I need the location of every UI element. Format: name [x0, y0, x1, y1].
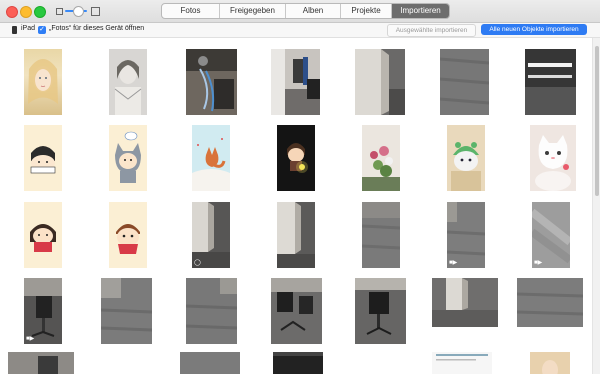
cartoon-girl-image: [24, 202, 62, 268]
flowers-image: [362, 125, 400, 191]
thumbnail[interactable]: [432, 278, 498, 327]
video-camera-icon: ■▶: [26, 336, 35, 342]
carpet-image: [180, 352, 240, 374]
chair-image: [355, 278, 406, 344]
thumbnail[interactable]: [277, 125, 315, 191]
tab-projekte[interactable]: Projekte: [341, 4, 392, 18]
office-wall-image: [432, 278, 498, 327]
office-cables-image: [186, 49, 237, 115]
thumbnail[interactable]: [24, 125, 62, 191]
thumbnail[interactable]: [277, 202, 315, 268]
cartoon-character-image: [24, 125, 62, 191]
thumbnail[interactable]: [530, 125, 576, 191]
thumbnail[interactable]: [362, 202, 400, 268]
video-icon: ◯: [194, 260, 201, 266]
office-wall-image: [192, 202, 230, 268]
screenshot-image: [273, 352, 323, 374]
office-chair-image: [24, 278, 62, 344]
office-image: [8, 352, 74, 374]
thumbnail[interactable]: [24, 49, 62, 115]
portrait-image: [530, 352, 570, 374]
cartoon-night-image: [277, 125, 315, 191]
tab-fotos[interactable]: Fotos: [162, 4, 220, 18]
carpet-image: [447, 202, 485, 268]
thumbnail[interactable]: [271, 49, 320, 115]
thumbnail[interactable]: [109, 49, 147, 115]
thumbnail[interactable]: [355, 49, 405, 115]
thumbnail[interactable]: ■▶: [24, 278, 62, 344]
thumbnail[interactable]: [530, 352, 570, 374]
thumbnail[interactable]: [517, 278, 583, 327]
device-name: iPad: [21, 25, 36, 32]
thumbnail[interactable]: [186, 278, 237, 344]
office-wall-image: [277, 202, 315, 268]
thumbnail[interactable]: [440, 49, 489, 115]
carpet-image: [186, 278, 237, 344]
import-toolbar: iPad ✓ „Fotos“ für dieses Gerät öffnen A…: [0, 23, 600, 38]
scrollbar-thumb[interactable]: [595, 46, 599, 196]
large-thumbnails-icon: [91, 7, 100, 16]
carpet-image: [101, 278, 152, 344]
thumbnail[interactable]: [432, 352, 492, 374]
cartoon-boy-image: [109, 202, 147, 268]
open-photos-checkbox[interactable]: ✓: [38, 26, 46, 34]
small-thumbnails-icon: [56, 8, 63, 15]
carpet-image: [362, 202, 400, 268]
thumbnail[interactable]: [192, 125, 230, 191]
thumbnail-size-slider[interactable]: [56, 5, 100, 17]
tab-freigegeben[interactable]: Freigegeben: [220, 4, 286, 18]
thumbnail[interactable]: [355, 278, 406, 344]
tab-importieren[interactable]: Importieren: [392, 4, 449, 18]
portrait-image: [28, 59, 58, 104]
thumbnail[interactable]: [447, 125, 485, 191]
tab-alben[interactable]: Alben: [286, 4, 341, 18]
open-photos-label: „Fotos“ für dieses Gerät öffnen: [49, 25, 145, 32]
title-bar: Fotos Freigegeben Alben Projekte Importi…: [0, 0, 600, 23]
zoom-window-button[interactable]: [34, 6, 46, 18]
thumbnail[interactable]: [101, 278, 152, 344]
view-tabs: Fotos Freigegeben Alben Projekte Importi…: [161, 3, 450, 19]
office-room-image: [271, 49, 320, 115]
cartoon-cat-hood-image: [109, 125, 147, 191]
close-window-button[interactable]: [6, 6, 18, 18]
thumbnail[interactable]: ■▶: [447, 202, 485, 268]
carpet-image: [517, 278, 583, 327]
thumbnail[interactable]: [8, 352, 74, 374]
carpet-blur-image: [532, 202, 570, 268]
slider-knob[interactable]: [73, 6, 84, 17]
import-all-button[interactable]: Alle neuen Objekte importieren: [481, 24, 587, 35]
minimize-window-button[interactable]: [20, 6, 32, 18]
thumbnail[interactable]: [362, 125, 400, 191]
white-kitten-image: [530, 125, 576, 191]
video-camera-icon: ■▶: [449, 260, 458, 266]
import-thumbnail-grid: ◯ ■▶ ■▶ ■▶: [0, 38, 591, 374]
carpet-image: [440, 49, 489, 115]
thumbnail[interactable]: [271, 278, 322, 344]
thumbnail[interactable]: [525, 49, 576, 115]
thumbnail[interactable]: ◯: [192, 202, 230, 268]
thumbnail[interactable]: [180, 352, 240, 374]
green-hat-kitten-image: [447, 125, 485, 191]
thumbnail[interactable]: [109, 125, 147, 191]
ipad-icon: [12, 26, 17, 34]
import-selected-button[interactable]: Ausgewählte importieren: [387, 24, 476, 37]
vertical-scrollbar[interactable]: [592, 38, 600, 374]
thumbnail[interactable]: ■▶: [532, 202, 570, 268]
ceiling-lights-image: [525, 49, 576, 115]
office-corner-image: [355, 49, 405, 115]
video-camera-icon: ■▶: [534, 260, 543, 266]
screenshot-image: [432, 352, 492, 374]
thumbnail[interactable]: [186, 49, 237, 115]
thumbnail[interactable]: [109, 202, 147, 268]
thumbnail[interactable]: [273, 352, 323, 374]
cartoon-fox-image: [192, 125, 230, 191]
thumbnail[interactable]: [24, 202, 62, 268]
chairs-image: [271, 278, 322, 344]
vintage-portrait-image: [109, 49, 147, 115]
